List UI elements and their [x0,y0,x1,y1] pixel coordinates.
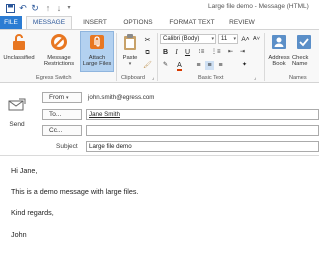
from-value: john.smith@egress.com [88,94,155,101]
message-restrictions-button[interactable]: Message Restrictions [40,32,78,68]
align-right-icon[interactable]: ≡ [216,61,225,70]
send-button[interactable]: Send [3,93,31,135]
to-field[interactable]: Jane Smith [86,109,319,120]
highlight-icon[interactable]: ✎ [161,61,170,70]
customize-icon[interactable]: ▾ [64,3,74,13]
check-names-icon [297,35,311,49]
align-center-icon[interactable]: ≡ [205,61,214,70]
window-title: Large file demo - Message (HTML) [208,3,309,10]
up-arrow-icon[interactable]: ↑ [43,3,53,13]
font-color-icon[interactable]: A [175,61,184,71]
subject-field[interactable]: Large file demo [86,141,319,152]
chevron-down-icon: ▾ [65,95,69,101]
check-names-label-2: Name [292,61,308,67]
paste-dropdown-icon[interactable]: ▾ [119,61,141,68]
from-label: From [49,94,65,101]
attach-large-files-button[interactable]: Attach Large Files [80,31,114,72]
basic-text-launcher-icon[interactable]: ⌟ [254,75,256,81]
body-line-content: This is a demo message with large files. [11,187,139,196]
tab-format-text[interactable]: FORMAT TEXT [166,16,218,30]
address-book-button[interactable]: Address Book [267,32,291,68]
clipboard-launcher-icon[interactable]: ⌟ [152,75,154,81]
clipboard-group-label: Clipboard [121,75,145,81]
address-book-label-2: Book [272,61,286,67]
cc-field[interactable] [86,125,319,136]
body-line-signature: John [11,230,27,239]
numbering-icon[interactable]: ⋮≡ [211,48,221,57]
group-separator [264,33,265,81]
to-button[interactable]: To... [42,109,82,120]
tab-message[interactable]: MESSAGE [26,16,72,30]
basic-text-group-label: Basic Text [198,75,224,81]
attach-label-2: Large Files [82,61,112,67]
paste-button[interactable]: Paste ▾ [119,32,141,68]
send-icon [8,98,26,111]
clipboard-icon [124,34,136,50]
grow-font-button[interactable]: A˄ [240,35,251,44]
chevron-down-icon: ▾ [233,36,236,42]
increase-indent-icon[interactable]: ⇥ [238,48,247,57]
underline-button[interactable]: U [183,48,192,57]
tab-insert[interactable]: INSERT [78,16,112,30]
down-arrow-icon[interactable]: ↓ [54,3,64,13]
address-book-label-1: Address [268,54,290,61]
font-name-combo[interactable]: Calibri (Body) ▾ [160,34,216,44]
align-left-icon[interactable]: ≡ [194,61,203,70]
names-group-label: Names [289,75,307,81]
bullets-icon[interactable]: ⁝≡ [197,48,206,57]
paste-label: Paste [122,54,138,61]
tab-options[interactable]: OPTIONS [118,16,158,30]
italic-button[interactable]: I [172,48,181,57]
ribbon-tabs: FILE MESSAGE INSERT OPTIONS FORMAT TEXT … [0,16,319,30]
clear-formatting-icon[interactable]: ✦ [240,61,249,70]
decrease-indent-icon[interactable]: ⇤ [226,48,235,57]
restriction-icon [51,34,67,50]
check-names-button[interactable]: Check Name [292,32,319,68]
to-recipient[interactable]: Jane Smith [89,111,120,118]
save-icon[interactable] [5,3,15,13]
attach-label-1: Attach [88,54,106,61]
font-name-value: Calibri (Body) [163,36,200,42]
paperclip-icon [90,35,104,49]
title-bar: ↶ ↻ ↑ ↓ ▾ Large file demo - Message (HTM… [0,0,319,16]
copy-icon[interactable]: ⧉ [143,49,152,58]
unclassified-label: Unclassified [3,54,35,61]
group-separator [116,33,117,81]
subject-label: Subject [56,143,78,150]
body-line-closing: Kind regards, [11,208,54,217]
redo-icon[interactable]: ↻ [30,3,40,13]
address-book-icon [272,35,286,49]
message-restrictions-label-1: Message [47,54,71,61]
shrink-font-button[interactable]: A˅ [251,35,262,44]
check-names-label-1: Check [292,54,309,61]
egress-switch-group-label: Egress Switch [36,75,72,81]
undo-icon[interactable]: ↶ [18,3,28,13]
group-separator [157,33,158,81]
tab-review[interactable]: REVIEW [224,16,260,30]
ribbon: Unclassified Message Restrictions Attach… [0,29,319,83]
from-button[interactable]: From ▾ [42,92,82,103]
unclassified-button[interactable]: Unclassified [0,32,38,61]
format-painter-icon[interactable]: 🖌 [143,61,152,70]
tab-file[interactable]: FILE [0,16,22,30]
header-divider [0,155,319,156]
cut-icon[interactable]: ✂ [143,36,152,45]
chevron-down-icon: ▾ [211,36,214,42]
to-label: To... [49,111,62,118]
message-restrictions-label-2: Restrictions [43,61,75,67]
cc-button[interactable]: Cc... [42,125,82,136]
body-line-greeting: Hi Jane, [11,166,38,175]
font-size-combo[interactable]: 11 ▾ [218,34,238,44]
cc-label: Cc... [49,127,63,134]
padlock-icon [13,34,25,50]
bold-button[interactable]: B [161,48,170,57]
font-size-value: 11 [221,36,228,42]
send-label: Send [9,121,25,128]
